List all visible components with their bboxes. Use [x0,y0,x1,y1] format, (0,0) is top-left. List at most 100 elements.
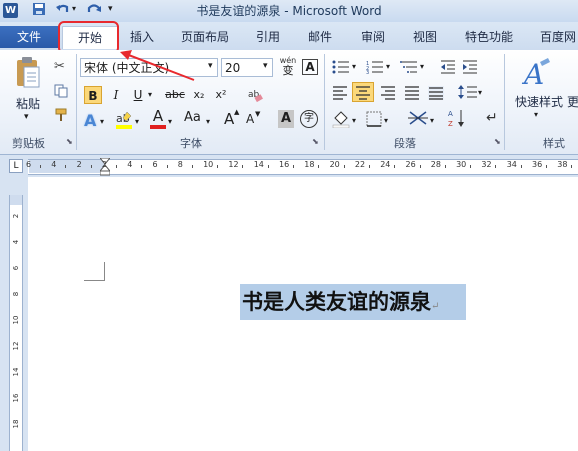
paragraph-launcher-icon[interactable]: ⬊ [494,137,501,146]
cut-icon[interactable]: ✂ [54,60,68,74]
document-text[interactable]: 书是人类友谊的源泉↵ [242,286,439,316]
char-box-icon[interactable]: A [302,59,318,75]
tab-review[interactable]: 审阅 [356,26,390,48]
ruler-tick-label: 36 [532,160,543,169]
ruler-tick-mark [343,165,345,168]
shrink-font-button[interactable]: A [246,112,254,126]
shrink-font-icon: ▼ [255,110,261,118]
show-marks-icon[interactable]: ↵ [486,110,498,126]
clipboard-launcher-icon[interactable]: ⬊ [66,137,73,146]
tab-mailings[interactable]: 邮件 [304,26,336,48]
ruler-tick-label: 12 [228,160,239,169]
ruler-tick-label: 2 [101,160,107,169]
paste-button[interactable]: 粘贴 [10,94,46,114]
copy-icon[interactable] [54,84,68,101]
multilevel-list-icon[interactable] [400,60,418,77]
vruler-tick-label: 6 [12,265,20,271]
ruler-tick-mark [90,165,92,168]
ruler-tick-label: 32 [481,160,492,169]
italic-button[interactable]: I [108,86,124,104]
chevron-down-icon[interactable]: ▾ [168,117,172,126]
char-shading-button[interactable]: A [278,110,294,128]
enclose-char-button[interactable]: 字 [300,110,318,128]
quick-styles-button[interactable]: 快速样式 [512,92,566,112]
ruler-tick-label: 6 [26,160,32,169]
bullets-icon[interactable] [332,60,350,77]
ruler-tick-mark [65,165,67,168]
ruler-tick-mark [394,165,396,168]
paste-dropdown-icon[interactable]: ▾ [24,112,29,122]
chevron-down-icon[interactable]: ▾ [478,88,482,97]
paragraph-group-label: 段落 [394,137,416,150]
tab-baidu[interactable]: 百度网 [540,26,578,48]
chevron-down-icon[interactable]: ▾ [384,116,388,125]
underline-button[interactable]: U [130,86,146,104]
ruler-tick-mark [368,165,370,168]
chevron-down-icon[interactable]: ▾ [430,116,434,125]
superscript-button[interactable]: x² [212,86,230,104]
change-styles-button[interactable]: 更 [566,92,578,112]
tab-selector-icon[interactable]: L [9,159,23,173]
chevron-down-icon[interactable]: ▾ [352,62,356,71]
chevron-down-icon[interactable]: ▾ [208,61,213,71]
distribute-icon[interactable] [428,86,444,103]
chevron-down-icon[interactable]: ▾ [534,110,538,119]
vruler-tick-label: 18 [12,419,20,429]
line-spacing-icon[interactable] [458,84,478,103]
font-color-button[interactable]: A [150,108,166,130]
tab-features[interactable]: 特色功能 [460,26,518,48]
ruler-tick-label: 28 [430,160,441,169]
ruler-tick-mark [444,165,446,168]
vruler-tick-label: 16 [12,393,20,403]
tab-view[interactable]: 视图 [408,26,442,48]
chevron-down-icon[interactable]: ▾ [263,61,268,71]
chevron-down-icon[interactable]: ▾ [386,62,390,71]
subscript-button[interactable]: x₂ [190,86,208,104]
font-launcher-icon[interactable]: ⬊ [312,137,319,146]
grow-font-button[interactable]: A [224,110,234,128]
align-left-icon[interactable] [332,86,348,103]
ruler-tick-label: 30 [456,160,467,169]
highlight-color-icon[interactable]: ab [115,110,133,133]
chevron-down-icon[interactable]: ▾ [206,117,210,126]
group-divider [504,54,505,150]
change-case-button[interactable]: Aa [184,110,201,125]
decrease-indent-icon[interactable] [440,60,456,77]
increase-indent-icon[interactable] [462,60,478,77]
ruler-tick-label: 10 [203,160,214,169]
bold-button[interactable]: B [84,86,102,104]
align-right-icon[interactable] [380,86,396,103]
chevron-down-icon[interactable]: ▾ [135,117,139,126]
ruler-tick-label: 6 [152,160,158,169]
chinese-layout-icon[interactable] [408,110,428,129]
sort-icon[interactable]: AZ [448,108,466,131]
chevron-down-icon[interactable]: ▾ [148,90,152,99]
chevron-down-icon[interactable]: ▾ [420,62,424,71]
tab-references[interactable]: 引用 [252,26,284,48]
borders-icon[interactable] [366,111,382,130]
chevron-down-icon[interactable]: ▾ [352,116,356,125]
chevron-down-icon[interactable]: ▾ [100,117,104,126]
quick-styles-icon[interactable]: A [520,56,552,93]
ruler-tick-label: 4 [127,160,133,169]
numbering-icon[interactable]: 123 [366,60,384,77]
ruler-tick-label: 2 [76,160,82,169]
tab-file[interactable]: 文件 [0,26,58,48]
paste-icon[interactable] [14,56,42,90]
vruler-tick-label: 14 [12,367,20,377]
strikethrough-button[interactable]: abc [163,86,187,104]
align-center-button[interactable] [352,82,374,102]
ruler-tick-mark [267,165,269,168]
ruler-tick-label: 20 [329,160,340,169]
ruler-tick-mark [520,165,522,168]
shading-icon[interactable] [332,110,350,131]
vruler-tick-label: 8 [12,291,20,297]
svg-text:Z: Z [448,120,453,128]
phonetic-guide-icon[interactable]: wén 变 [279,56,297,78]
ruler-tick-mark [191,165,193,168]
ruler-tick-mark [495,165,497,168]
justify-icon[interactable] [404,86,420,103]
format-painter-icon[interactable] [54,108,68,125]
clear-format-icon[interactable]: ab [246,86,264,107]
text-effects-icon[interactable]: A [84,111,96,130]
